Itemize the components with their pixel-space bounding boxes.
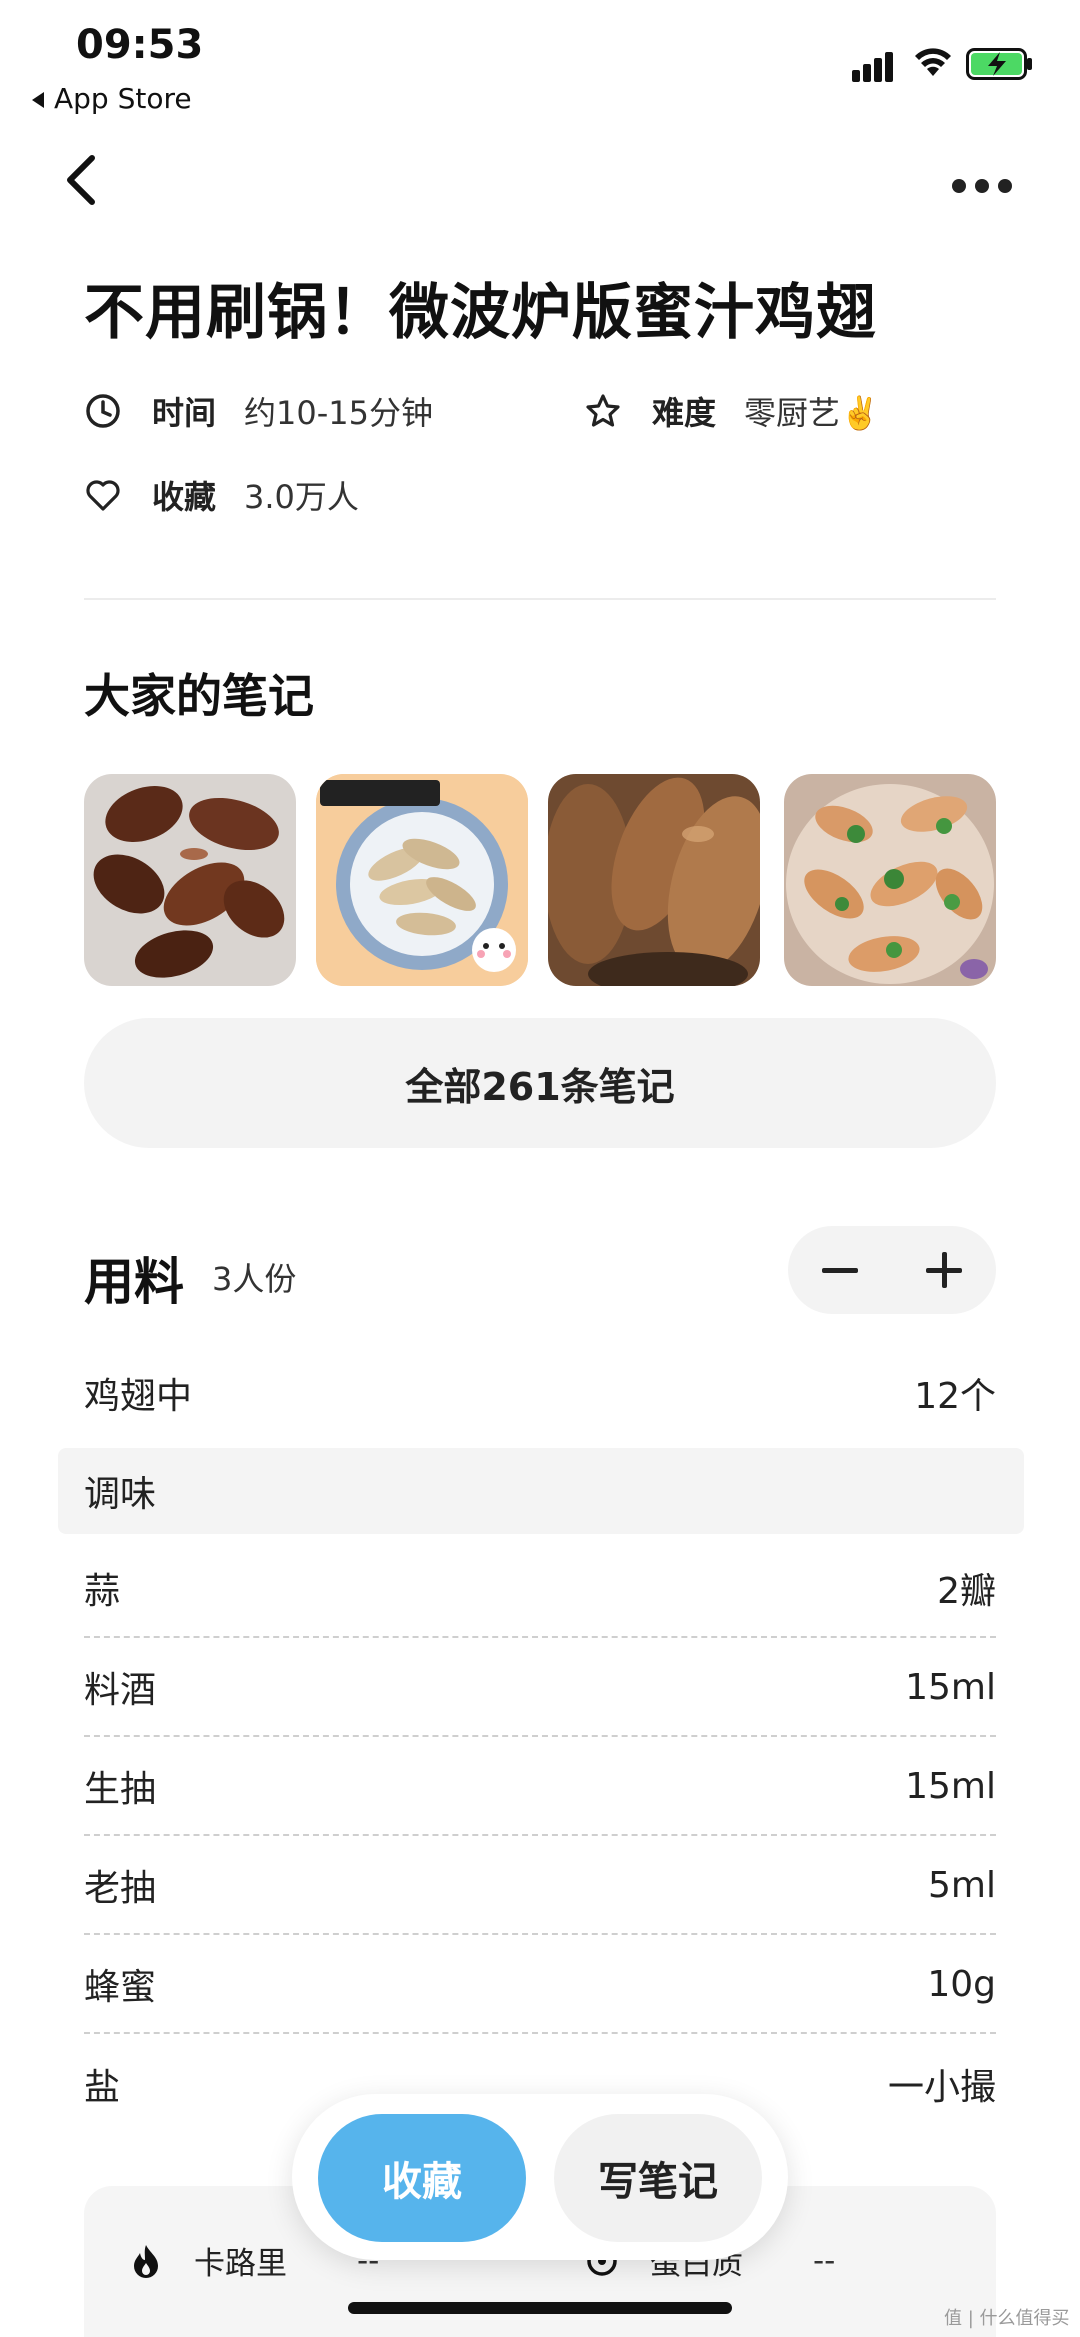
servings-stepper [788,1226,996,1314]
all-notes-button[interactable]: 全部261条笔记 [84,1018,996,1148]
ingredient-amount: 2瓣 [937,1571,996,1612]
ingredient-name: 蜂蜜 [84,1967,157,2008]
difficulty-label: 难度 [652,394,717,432]
ingredient-name: 老抽 [84,1868,157,1909]
recipe-title: 不用刷锅！微波炉版蜜汁鸡翅 [84,278,877,348]
ingredient-amount: 12个 [914,1376,996,1417]
more-options-icon[interactable] [952,170,1012,198]
ingredient-name: 蒜 [84,1571,121,1612]
star-icon [586,394,620,427]
ingredient-amount: 15ml [905,1666,996,1708]
section-divider [84,598,996,600]
ingredient-amount: 一小撮 [887,2067,996,2108]
seasoning-header: 调味 [58,1448,1024,1534]
note-thumbnail-1[interactable] [84,774,296,986]
dark-braised-wings-image [84,774,296,986]
ingredients-title: 用料 [84,1253,184,1311]
decrease-servings-button[interactable] [788,1226,892,1314]
servings-count: 3人份 [212,1260,297,1298]
home-indicator[interactable] [348,2302,732,2314]
glazed-wings-closeup-image [548,774,760,986]
time-meta: 时间 约10-15分钟 [84,388,433,434]
plus-icon [942,1252,947,1288]
ingredient-row: 老抽 5ml [84,1837,996,1935]
back-triangle-icon [32,92,44,108]
ingredient-name: 鸡翅中 [84,1376,193,1417]
ingredient-name: 料酒 [84,1670,157,1711]
note-thumbnail-4[interactable] [784,774,996,986]
difficulty-value: 零厨艺✌️ [744,394,880,432]
flame-icon [134,2244,158,2278]
battery-charging-icon [966,48,1032,80]
seasoning-header-label: 调味 [84,1474,157,1515]
floating-action-bar: 收藏 写笔记 [292,2094,788,2260]
time-label: 时间 [152,394,217,432]
ingredient-row: 料酒 15ml [84,1639,996,1737]
wifi-icon [915,48,951,76]
note-thumbnail-3[interactable] [548,774,760,986]
time-value: 约10-15分钟 [244,394,434,432]
status-time: 09:53 [76,22,204,68]
ingredient-name: 生抽 [84,1769,157,1810]
calories-label: 卡路里 [194,2246,287,2282]
note-thumbnail-2[interactable] [316,774,528,986]
ingredient-row: 生抽 15ml [84,1738,996,1836]
notes-section-title: 大家的笔记 [84,669,314,723]
minus-icon [822,1268,858,1273]
back-chevron-icon[interactable] [56,150,106,210]
status-bar: 09:53 App Store [0,0,1080,120]
clock-icon [86,394,120,428]
ingredient-row: 鸡翅中 12个 [84,1344,996,1442]
wings-with-cilantro-image [784,774,996,986]
favorites-meta: 收藏 3.0万人 [84,472,359,518]
ingredient-row: 蜂蜜 10g [84,1936,996,2034]
today-food-sticker-image [316,774,528,986]
increase-servings-button[interactable] [892,1226,996,1314]
back-app-label: App Store [54,82,192,115]
ingredient-amount: 5ml [928,1864,996,1906]
favorites-label: 收藏 [152,478,217,516]
watermark: 值 | 什么值得买 [944,2308,1070,2329]
favorites-value: 3.0万人 [244,478,359,516]
protein-value: -- [813,2242,836,2279]
back-to-app-store-link[interactable]: App Store [32,82,192,115]
cellular-signal-icon [852,48,900,82]
ingredient-amount: 10g [927,1963,996,2005]
heart-icon [86,480,120,511]
write-note-button[interactable]: 写笔记 [554,2114,762,2242]
difficulty-meta: 难度 零厨艺✌️ [584,388,880,434]
ingredient-amount: 15ml [905,1765,996,1807]
ingredient-row: 蒜 2瓣 [84,1540,996,1638]
ingredient-name: 盐 [84,2067,121,2108]
favorite-button[interactable]: 收藏 [318,2114,526,2242]
